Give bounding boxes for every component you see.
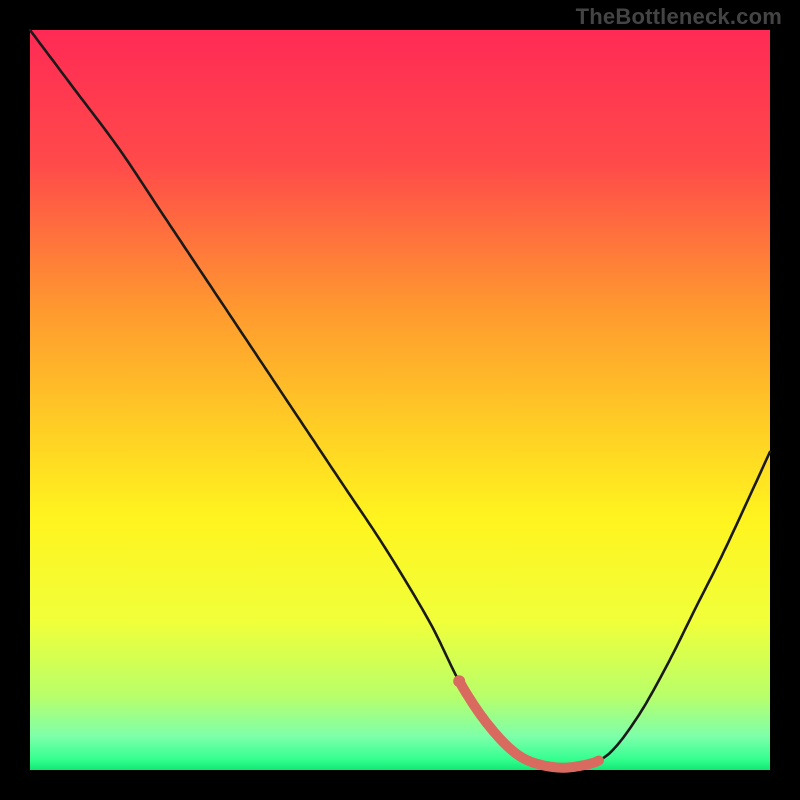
bottleneck-curve [30,30,770,768]
watermark-text: TheBottleneck.com [576,4,782,30]
chart-frame: TheBottleneck.com [0,0,800,800]
highlight-start-dot [453,675,465,687]
plot-area [30,30,770,770]
curve-layer [30,30,770,770]
highlight-segment [459,681,599,768]
